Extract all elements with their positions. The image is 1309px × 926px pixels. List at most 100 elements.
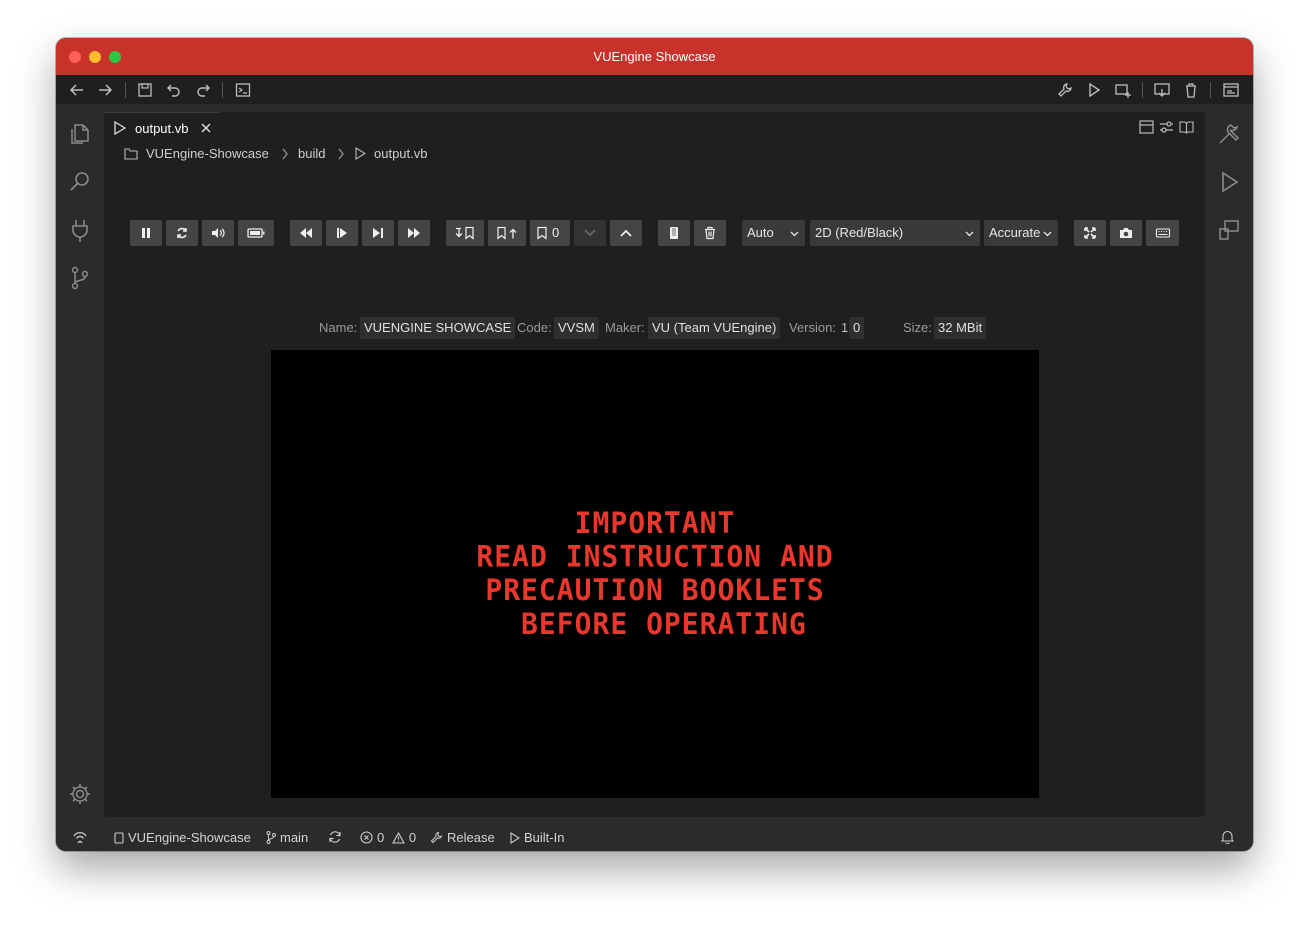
- settings-window-icon[interactable]: [1222, 81, 1240, 99]
- pause-button[interactable]: [130, 220, 162, 246]
- rewind-icon: [300, 228, 312, 238]
- breadcrumb-item-project[interactable]: VUEngine-Showcase: [146, 146, 269, 161]
- battery-icon: [247, 228, 265, 238]
- warning-icon: [391, 831, 405, 844]
- previous-state-button[interactable]: [574, 220, 606, 246]
- save-icon[interactable]: [136, 81, 154, 99]
- load-state-button[interactable]: [446, 220, 484, 246]
- keyboard-button[interactable]: [1146, 220, 1179, 246]
- fullscreen-button[interactable]: [1074, 220, 1106, 246]
- sync-icon[interactable]: [328, 830, 342, 844]
- close-icon[interactable]: [200, 122, 212, 134]
- source-control-icon[interactable]: [67, 265, 93, 291]
- clean-icon[interactable]: [1182, 81, 1200, 99]
- breadcrumb-item-file[interactable]: output.vb: [374, 146, 428, 161]
- book-icon[interactable]: [1179, 120, 1194, 134]
- accuracy-select[interactable]: Accurate: [984, 220, 1058, 246]
- status-build-mode-label: Release: [447, 830, 495, 845]
- status-branch[interactable]: main: [266, 830, 308, 845]
- activity-bar: [56, 104, 104, 824]
- play-file-icon: [114, 121, 126, 135]
- status-problems[interactable]: 0 0: [360, 830, 416, 845]
- bell-icon[interactable]: [1221, 830, 1234, 844]
- cartridge-button[interactable]: [658, 220, 690, 246]
- rom-name-label: Name:: [319, 320, 358, 335]
- screenshot-button[interactable]: [1110, 220, 1142, 246]
- reset-button[interactable]: [166, 220, 198, 246]
- cartridge-icon: [670, 227, 678, 239]
- redo-icon[interactable]: [194, 81, 212, 99]
- status-emulator[interactable]: Built-In: [510, 830, 564, 845]
- status-branch-label: main: [280, 830, 309, 845]
- chevron-right-icon: [338, 148, 344, 160]
- status-project[interactable]: VUEngine-Showcase: [114, 830, 251, 845]
- mute-button[interactable]: [202, 220, 234, 246]
- bookmark-counter-button[interactable]: 0: [530, 220, 570, 246]
- refresh-icon: [177, 227, 187, 239]
- undo-icon[interactable]: [165, 81, 183, 99]
- display-mode-select[interactable]: 2D (Red/Black): [810, 220, 980, 246]
- cartridge-icon: [114, 832, 124, 844]
- status-bar: VUEngine-Showcase main 0 0 Release Built…: [56, 824, 1253, 851]
- screen-line-1: IMPORTANT: [574, 505, 736, 541]
- flash-icon[interactable]: [1153, 81, 1171, 99]
- sliders-icon[interactable]: [1159, 120, 1174, 134]
- add-target-icon[interactable]: [1114, 81, 1132, 99]
- status-build-mode[interactable]: Release: [430, 830, 495, 845]
- toolbar-divider: [222, 82, 223, 98]
- rom-version-label: Version:: [789, 320, 836, 335]
- trash-icon: [705, 226, 715, 240]
- split-editor-icon[interactable]: [1139, 120, 1154, 134]
- screen-line-3: PRECAUTION BOOKLETS: [485, 572, 825, 608]
- save-state-button[interactable]: [488, 220, 526, 246]
- clear-button[interactable]: [694, 220, 726, 246]
- screen-line-4: BEFORE OPERATING: [503, 606, 807, 642]
- screen-line-2: READ INSTRUCTION AND: [476, 539, 834, 574]
- keyboard-icon: [1155, 228, 1170, 238]
- branch-icon: [266, 831, 276, 844]
- scale-select[interactable]: Auto: [742, 220, 805, 246]
- rom-maker-value: VU (Team VUEngine): [648, 317, 781, 339]
- files-icon[interactable]: [67, 121, 93, 147]
- breadcrumb-item-build[interactable]: build: [298, 146, 325, 161]
- editor-area: output.vb VUEngine-Showcase build output…: [104, 112, 1205, 817]
- plug-icon[interactable]: [67, 217, 93, 243]
- window-title: VUEngine Showcase: [593, 49, 716, 64]
- rewind-button[interactable]: [290, 220, 322, 246]
- chevron-down-icon: [790, 231, 799, 237]
- play-file-icon: [355, 147, 366, 160]
- scale-select-value: Auto: [747, 225, 774, 240]
- pause-icon: [142, 228, 150, 238]
- secondary-activity-bar: [1205, 104, 1253, 824]
- tab-output-vb[interactable]: output.vb: [104, 112, 220, 143]
- back-icon[interactable]: [68, 81, 86, 99]
- emulator-icon[interactable]: [1216, 169, 1242, 195]
- rom-code-value: VVSM: [554, 317, 599, 339]
- rom-maker-label: Maker:: [605, 320, 645, 335]
- forward-icon[interactable]: [96, 81, 114, 99]
- terminal-icon[interactable]: [234, 81, 252, 99]
- next-state-button[interactable]: [610, 220, 642, 246]
- bookmark-icon: [537, 226, 547, 240]
- accuracy-select-value: Accurate: [989, 225, 1041, 240]
- devices-icon[interactable]: [1216, 217, 1242, 243]
- chevron-down-icon: [965, 231, 974, 237]
- low-power-button[interactable]: [238, 220, 274, 246]
- step-button[interactable]: [362, 220, 394, 246]
- gear-icon[interactable]: [67, 781, 93, 807]
- screen-message: IMPORTANT READ INSTRUCTION AND PRECAUTION …: [271, 505, 1039, 642]
- search-icon[interactable]: [67, 169, 93, 195]
- frame-advance-button[interactable]: [326, 220, 358, 246]
- chevron-down-icon: [584, 229, 596, 237]
- fast-forward-button[interactable]: [398, 220, 430, 246]
- wrench-icon[interactable]: [1056, 81, 1074, 99]
- top-toolbar: [56, 75, 1253, 104]
- camera-icon: [1120, 228, 1132, 238]
- emulator-screen[interactable]: IMPORTANT READ INSTRUCTION AND PRECAUTION …: [271, 350, 1039, 798]
- toolbar-divider: [1142, 82, 1143, 98]
- remote-icon[interactable]: [72, 830, 88, 844]
- tools-icon[interactable]: [1216, 121, 1242, 147]
- run-icon[interactable]: [1085, 81, 1103, 99]
- step-icon: [337, 228, 347, 238]
- status-errors: 0: [377, 830, 385, 845]
